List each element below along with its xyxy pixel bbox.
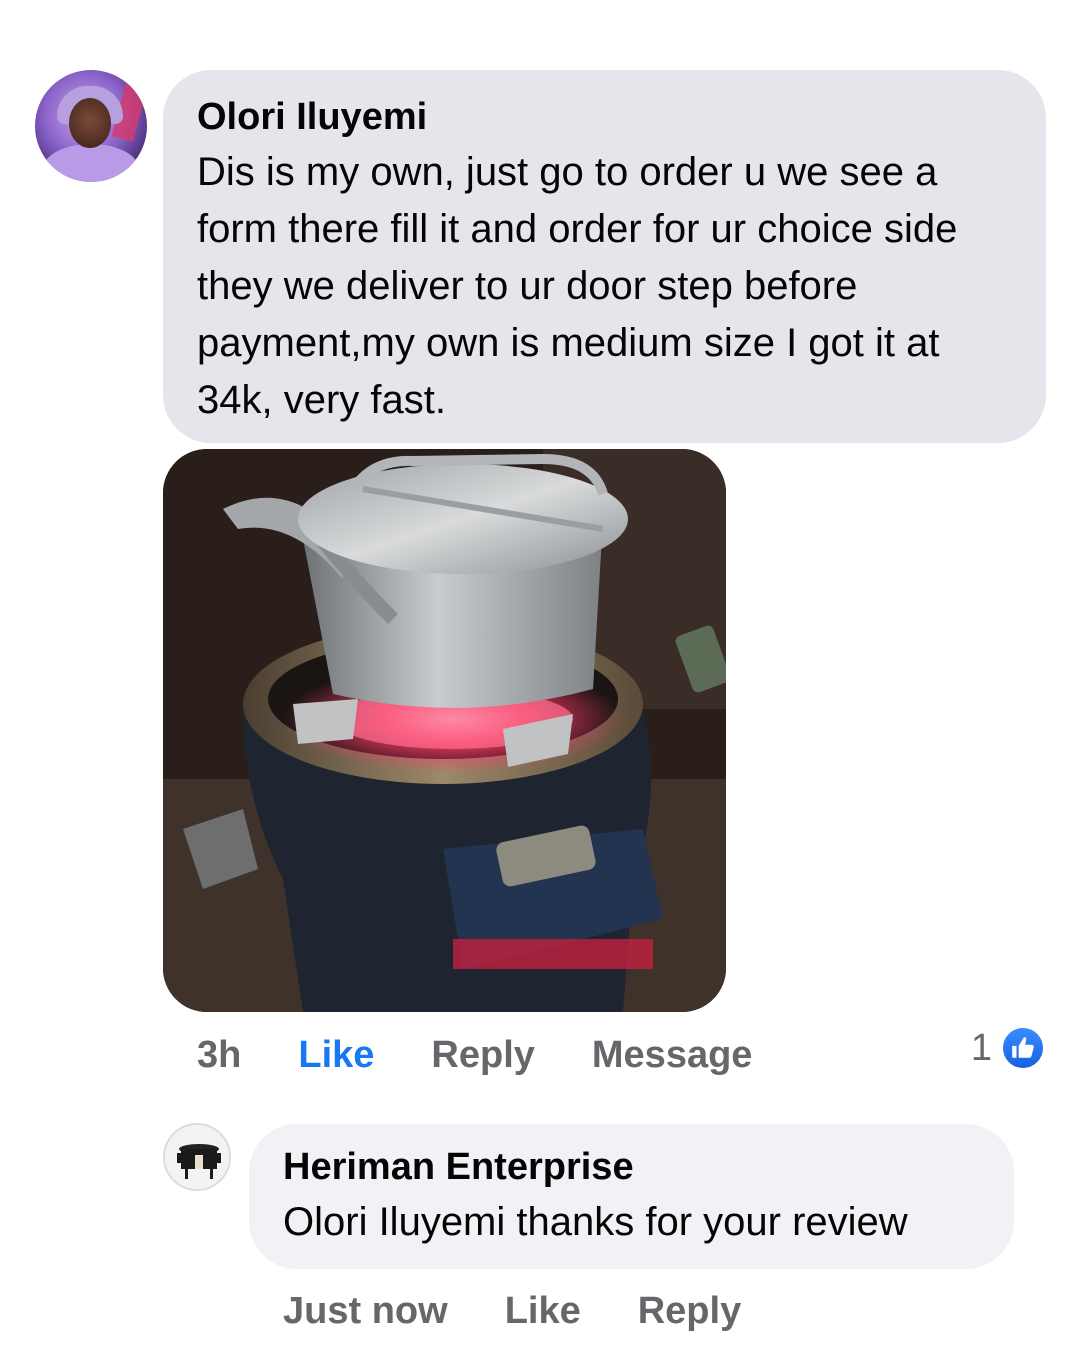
comment-bubble: Olori Iluyemi Dis is my own, just go to …: [163, 70, 1046, 443]
commenter-avatar[interactable]: [35, 70, 147, 182]
stove-photo-illustration: [163, 449, 726, 1012]
comment-timestamp[interactable]: 3h: [197, 1034, 241, 1077]
message-button[interactable]: Message: [592, 1034, 753, 1077]
comment-photo[interactable]: [163, 449, 726, 1012]
reaction-count: 1: [970, 1026, 992, 1069]
page-avatar[interactable]: [163, 1123, 231, 1191]
reply-like-button[interactable]: Like: [505, 1290, 581, 1333]
comment-text: Dis is my own, just go to order u we see…: [197, 150, 958, 422]
reply-bubble: Heriman Enterprise Olori Iluyemi thanks …: [249, 1124, 1014, 1269]
thumbs-up-icon: [1000, 1025, 1046, 1071]
reply-actions: Just now Like Reply: [283, 1284, 798, 1338]
comment-author[interactable]: Olori Iluyemi: [197, 94, 1012, 140]
reply-button[interactable]: Reply: [431, 1034, 534, 1077]
stove-logo-icon: [165, 1125, 229, 1189]
reply-timestamp[interactable]: Just now: [283, 1290, 448, 1333]
avatar-body: [43, 144, 139, 182]
reply-reply-button[interactable]: Reply: [638, 1290, 741, 1333]
reaction-summary[interactable]: 1: [971, 1025, 1046, 1071]
reply-author[interactable]: Heriman Enterprise: [283, 1144, 980, 1190]
reply-text: Olori Iluyemi thanks for your review: [283, 1200, 908, 1244]
like-button[interactable]: Like: [298, 1034, 374, 1077]
avatar-face: [69, 98, 111, 148]
comment-actions: 3h Like Reply Message: [197, 1028, 809, 1082]
